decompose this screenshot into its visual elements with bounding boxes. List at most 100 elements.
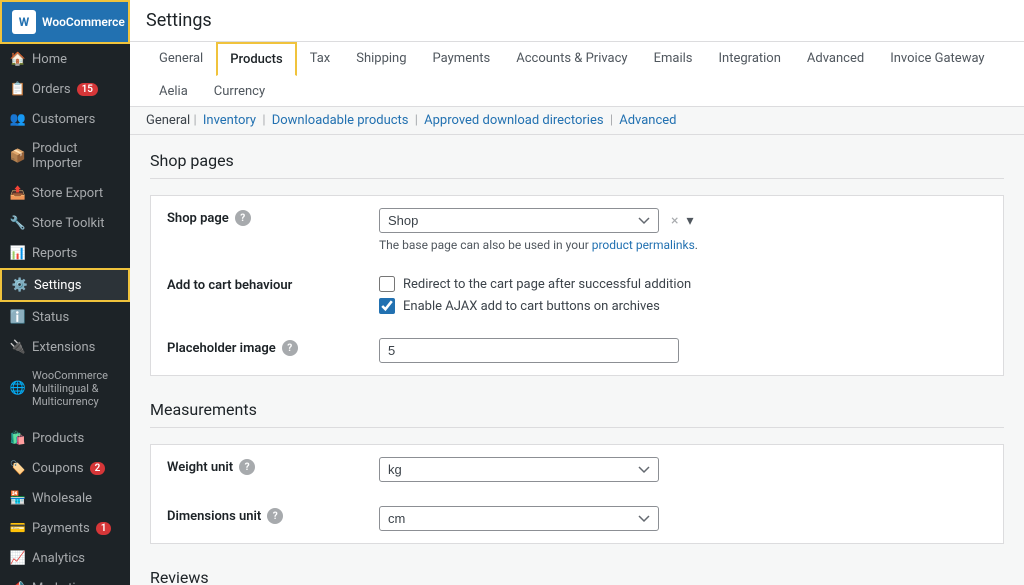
subnav-inventory[interactable]: Inventory xyxy=(203,113,256,128)
shop-page-select[interactable]: Shop Cart Checkout My Account xyxy=(379,208,659,233)
sidebar-item-extensions[interactable]: 🔌 Extensions xyxy=(0,332,130,362)
sidebar-item-label: Wholesale xyxy=(32,491,92,506)
redirect-cart-checkbox-row: Redirect to the cart page after successf… xyxy=(379,276,987,292)
sidebar-item-label: Coupons xyxy=(32,461,84,476)
dimensions-unit-control: cm m mm in yd xyxy=(379,506,987,531)
coupons-badge: 2 xyxy=(90,462,106,475)
sidebar-item-wholesale[interactable]: 🏪 Wholesale xyxy=(0,483,130,513)
wholesale-icon: 🏪 xyxy=(10,490,26,506)
measurements-table: Weight unit ? kg g lbs oz xyxy=(150,444,1004,544)
tab-tax[interactable]: Tax xyxy=(297,42,344,76)
sidebar-item-home[interactable]: 🏠 Home xyxy=(0,44,130,74)
shop-page-help-icon[interactable]: ? xyxy=(235,210,251,226)
woocommerce-logo-icon: W xyxy=(12,10,36,34)
weight-unit-control: kg g lbs oz xyxy=(379,457,987,482)
tab-accounts-privacy[interactable]: Accounts & Privacy xyxy=(503,42,640,76)
shop-pages-section-title: Shop pages xyxy=(150,151,1004,179)
placeholder-image-control xyxy=(379,338,987,363)
orders-icon: 📋 xyxy=(10,81,26,97)
extensions-icon: 🔌 xyxy=(10,339,26,355)
subnav-downloadable[interactable]: Downloadable products xyxy=(272,113,409,128)
weight-help-icon[interactable]: ? xyxy=(239,459,255,475)
tab-integration[interactable]: Integration xyxy=(706,42,794,76)
dimensions-unit-row: Dimensions unit ? cm m mm in yd xyxy=(151,494,1003,543)
sidebar-item-label: WooCommerce Multilingual & Multicurrency xyxy=(32,369,120,408)
dimensions-unit-select[interactable]: cm m mm in yd xyxy=(379,506,659,531)
subnav-general: General xyxy=(146,113,190,128)
sidebar-item-coupons[interactable]: 🏷️ Coupons 2 xyxy=(0,453,130,483)
product-permalinks-link[interactable]: product permalinks xyxy=(592,238,695,252)
placeholder-help-icon[interactable]: ? xyxy=(282,340,298,356)
tab-advanced[interactable]: Advanced xyxy=(794,42,877,76)
weight-unit-select[interactable]: kg g lbs oz xyxy=(379,457,659,482)
sidebar-logo-text: WooCommerce xyxy=(42,15,125,29)
dimensions-help-icon[interactable]: ? xyxy=(267,508,283,524)
sidebar-item-label: Payments xyxy=(32,521,90,536)
placeholder-image-row: Placeholder image ? xyxy=(151,326,1003,375)
settings-icon: ⚙️ xyxy=(12,277,28,293)
reviews-section-title: Reviews xyxy=(150,568,1004,585)
sidebar-logo[interactable]: W WooCommerce xyxy=(0,0,130,44)
coupons-icon: 🏷️ xyxy=(10,460,26,476)
sidebar-item-store-toolkit[interactable]: 🔧 Store Toolkit xyxy=(0,208,130,238)
weight-unit-label: Weight unit ? xyxy=(167,457,367,475)
sidebar-item-marketing[interactable]: 📣 Marketing xyxy=(0,573,130,585)
page-title: Settings xyxy=(146,10,1008,31)
sidebar-item-reports[interactable]: 📊 Reports xyxy=(0,238,130,268)
payments-badge: 1 xyxy=(96,522,112,535)
ajax-add-to-cart-checkbox-row: Enable AJAX add to cart buttons on archi… xyxy=(379,298,987,314)
sidebar-item-label: Status xyxy=(32,310,69,325)
shop-page-select-wrapper: Shop Cart Checkout My Account × ▾ xyxy=(379,208,987,233)
settings-tabs: General Products Tax Shipping Payments A… xyxy=(130,42,1024,107)
multilingual-icon: 🌐 xyxy=(10,381,26,397)
sidebar-item-label: Marketing xyxy=(32,581,90,585)
tab-emails[interactable]: Emails xyxy=(641,42,706,76)
measurements-section-title: Measurements xyxy=(150,400,1004,428)
shop-page-control: Shop Cart Checkout My Account × ▾ The ba… xyxy=(379,208,987,252)
page-header: Settings xyxy=(130,0,1024,42)
clear-shop-page-icon[interactable]: × xyxy=(671,213,678,229)
add-to-cart-control: Redirect to the cart page after successf… xyxy=(379,276,987,314)
sidebar-item-status[interactable]: ℹ️ Status xyxy=(0,302,130,332)
settings-content: Shop pages Shop page ? Shop xyxy=(130,135,1024,585)
sidebar-item-payments[interactable]: 💳 Payments 1 xyxy=(0,513,130,543)
sidebar-item-product-importer[interactable]: 📦 Product Importer xyxy=(0,134,130,178)
tab-shipping[interactable]: Shipping xyxy=(343,42,419,76)
subnav-approved-dirs[interactable]: Approved download directories xyxy=(424,113,603,128)
sidebar-item-orders[interactable]: 📋 Orders 15 xyxy=(0,74,130,104)
sidebar-item-label: Orders xyxy=(32,82,71,97)
sidebar-item-products[interactable]: 🛍️ Products xyxy=(0,423,130,453)
placeholder-image-label: Placeholder image ? xyxy=(167,338,367,356)
analytics-icon: 📈 xyxy=(10,550,26,566)
weight-unit-row: Weight unit ? kg g lbs oz xyxy=(151,445,1003,494)
sidebar-item-label: Product Importer xyxy=(32,141,120,171)
sidebar-item-multilingual[interactable]: 🌐 WooCommerce Multilingual & Multicurren… xyxy=(0,362,130,415)
add-to-cart-label: Add to cart behaviour xyxy=(167,276,367,293)
redirect-cart-checkbox[interactable] xyxy=(379,276,395,292)
add-to-cart-row: Add to cart behaviour Redirect to the ca… xyxy=(151,264,1003,326)
tab-payments[interactable]: Payments xyxy=(420,42,504,76)
products-icon: 🛍️ xyxy=(10,430,26,446)
tab-general[interactable]: General xyxy=(146,42,216,76)
tab-invoice-gateway[interactable]: Invoice Gateway xyxy=(877,42,997,76)
product-importer-icon: 📦 xyxy=(10,148,26,164)
status-icon: ℹ️ xyxy=(10,309,26,325)
marketing-icon: 📣 xyxy=(10,580,26,585)
tab-currency[interactable]: Currency xyxy=(201,75,278,107)
tab-aelia[interactable]: Aelia xyxy=(146,75,201,107)
sidebar-item-customers[interactable]: 👥 Customers xyxy=(0,104,130,134)
sidebar: W WooCommerce 🏠 Home 📋 Orders 15 👥 Custo… xyxy=(0,0,130,585)
shop-page-row: Shop page ? Shop Cart Checkout My Accoun… xyxy=(151,196,1003,264)
tab-products[interactable]: Products xyxy=(216,42,296,76)
dimensions-unit-label: Dimensions unit ? xyxy=(167,506,367,524)
store-toolkit-icon: 🔧 xyxy=(10,215,26,231)
sidebar-item-analytics[interactable]: 📈 Analytics xyxy=(0,543,130,573)
subnav-advanced[interactable]: Advanced xyxy=(619,113,676,128)
ajax-cart-checkbox[interactable] xyxy=(379,298,395,314)
sidebar-item-settings[interactable]: ⚙️ Settings xyxy=(0,268,130,302)
shop-page-helper-text: The base page can also be used in your p… xyxy=(379,238,987,252)
placeholder-image-input[interactable] xyxy=(379,338,679,363)
sidebar-item-label: Settings xyxy=(34,278,81,293)
sidebar-item-store-export[interactable]: 📤 Store Export xyxy=(0,178,130,208)
sidebar-item-label: Store Toolkit xyxy=(32,216,105,231)
